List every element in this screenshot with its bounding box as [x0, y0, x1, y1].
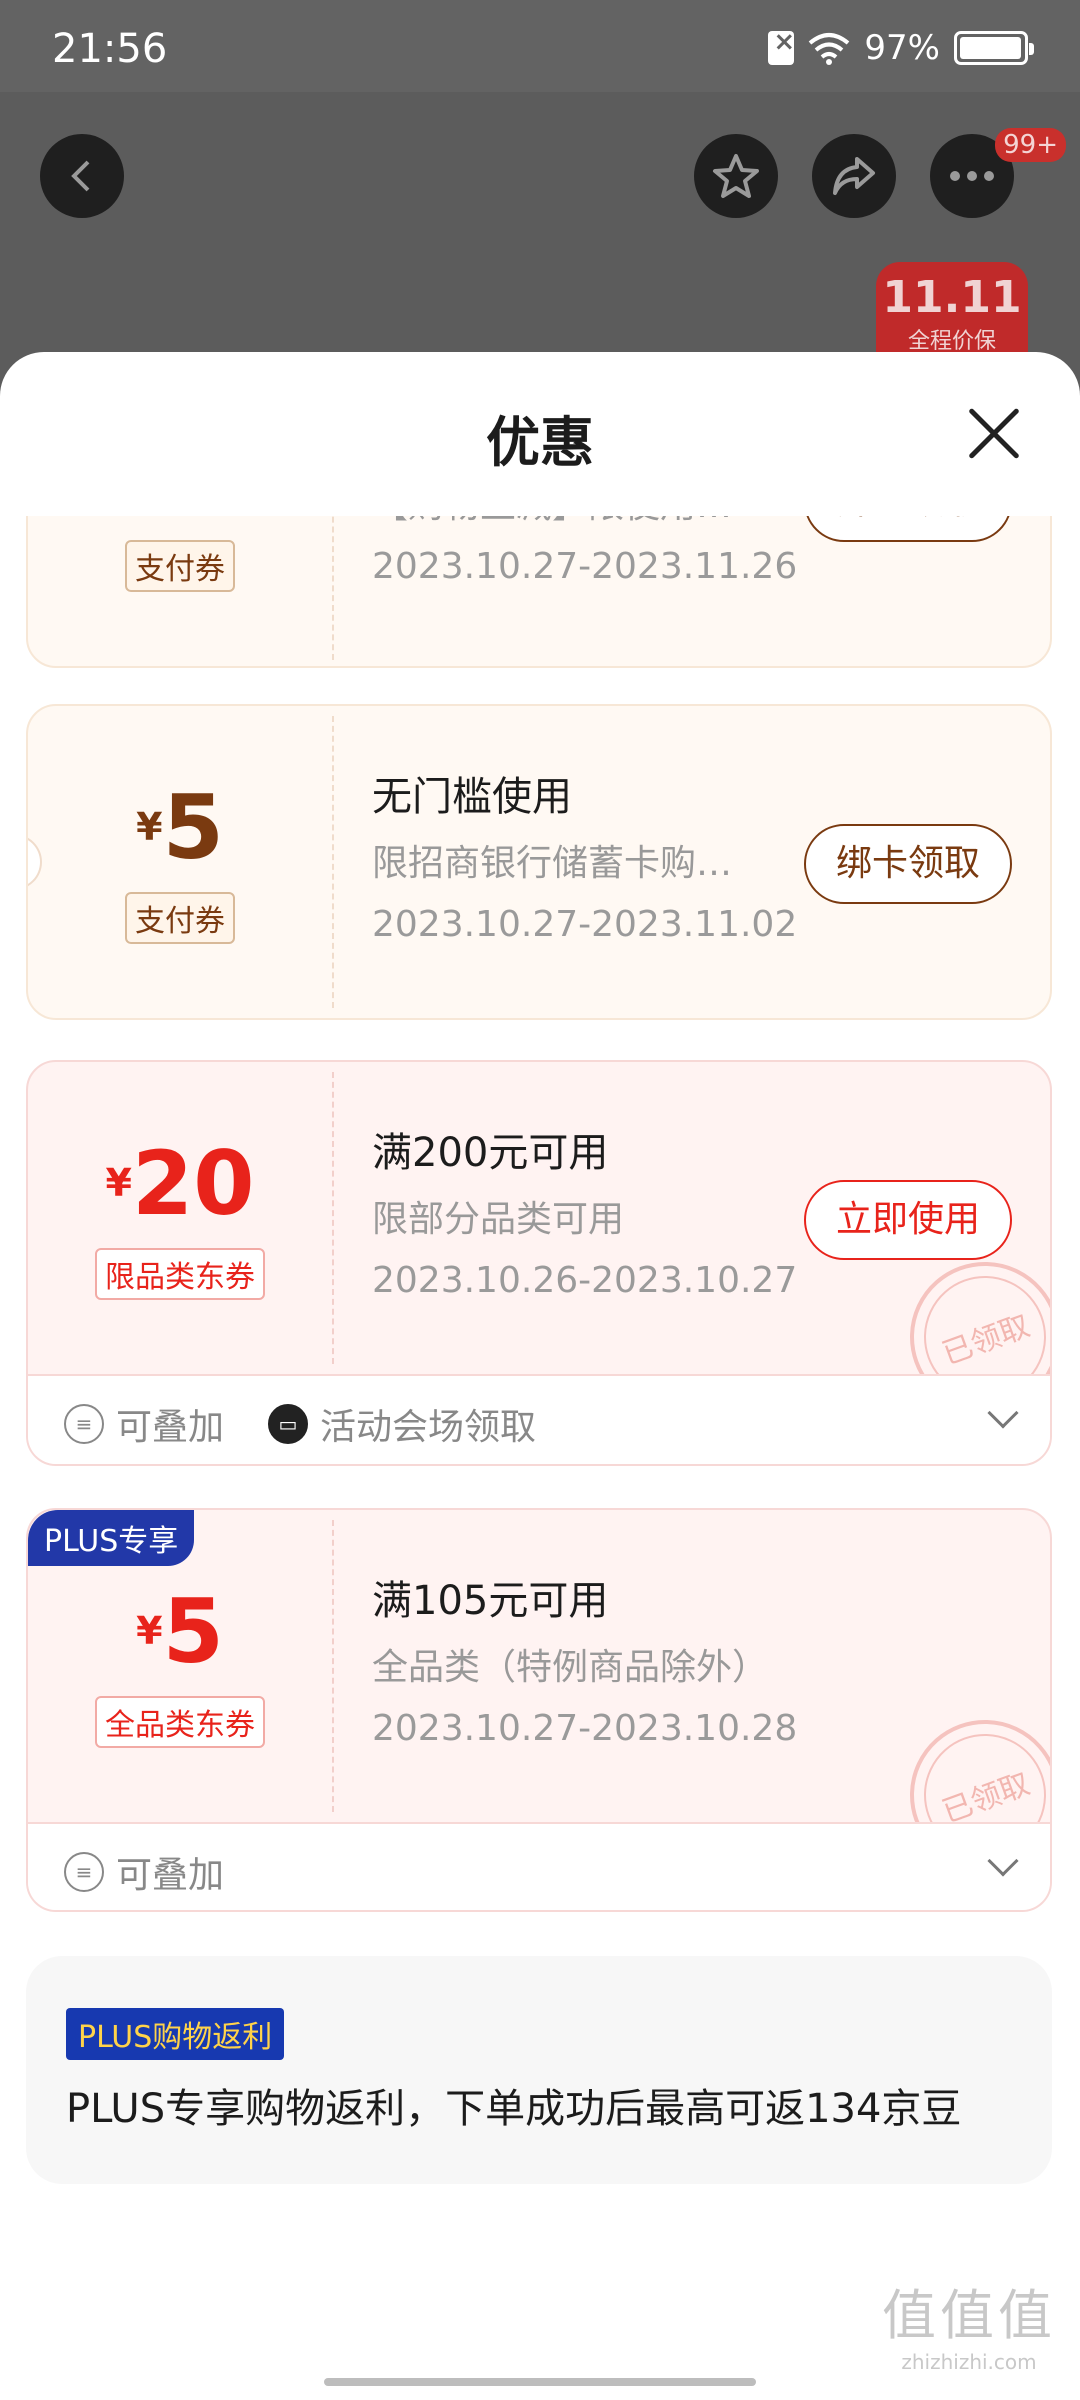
source-tag: ▭ 活动会场领取 [268, 1398, 536, 1450]
share-button[interactable] [812, 134, 896, 218]
watermark-logo: 值值值 zhizhizhi.com [882, 2284, 1056, 2374]
chevron-down-icon[interactable] [987, 1397, 1019, 1429]
status-icons: 97% [768, 27, 1034, 68]
sheet-title: 优惠 [486, 411, 594, 474]
coupon-title: 满200元可用 [372, 1130, 609, 1176]
coupon-type: 支付券 [28, 540, 332, 592]
background-page: 99+ 11.11 全程价保 [0, 92, 1080, 502]
promo-logo-text: 11.11 [882, 272, 1022, 323]
home-indicator[interactable] [324, 2378, 756, 2386]
notification-badge: 99+ [995, 128, 1066, 162]
plus-rebate-tag: PLUS购物返利 [66, 2008, 285, 2060]
coupon-amount: ¥5 [136, 1580, 224, 1683]
coupon-title: 满105元可用 [372, 1578, 609, 1624]
close-button[interactable] [964, 404, 1024, 464]
coupon-desc: 【购物立减】限使用… [372, 516, 772, 528]
favorite-button[interactable] [694, 134, 778, 218]
plus-rebate-card: PLUS购物返利 PLUS专享购物返利，下单成功后最高可返134京豆 [26, 1956, 1052, 2184]
coupon-desc: 限部分品类可用 [372, 1199, 625, 1240]
coupon-sheet: 优惠 ¥80 支付券 【购物立减】限使用… 2023.10.27-2023.11… [0, 352, 1080, 2400]
coupon-title: 无门槛使用 [372, 774, 572, 820]
coupon-date: 2023.10.27-2023.11.26 [372, 546, 798, 587]
coupon-footer[interactable]: ≡ 可叠加 ▭ 活动会场领取 [28, 1374, 1050, 1464]
share-icon [833, 157, 875, 195]
coupon-amount: ¥80 [28, 516, 332, 535]
stackable-tag: ≡ 可叠加 [64, 1398, 224, 1450]
coupon-desc: 全品类（特例商品除外） [372, 1647, 769, 1688]
coupon-amount: ¥20 [105, 1132, 255, 1235]
coupon-amount: ¥5 [136, 776, 224, 879]
promo-logo-sub: 全程价保 [907, 329, 996, 354]
stackable-tag: ≡ 可叠加 [64, 1846, 224, 1898]
ticket-icon: ▭ [268, 1404, 308, 1444]
coupon-footer[interactable]: ≡ 可叠加 [28, 1822, 1050, 1910]
more-dots-icon [950, 171, 994, 181]
stack-icon: ≡ [64, 1852, 104, 1892]
status-bar: 21:56 97% [0, 0, 1080, 92]
coupon-type: 支付券 [28, 892, 332, 944]
coupon-type: 全品类东券 [28, 1696, 332, 1748]
coupon-date: 2023.10.27-2023.10.28 [372, 1708, 798, 1749]
wifi-icon [809, 33, 850, 65]
coupon-list[interactable]: ¥80 支付券 【购物立减】限使用… 2023.10.27-2023.11.26… [0, 516, 1080, 2400]
coupon-card: ¥80 支付券 【购物立减】限使用… 2023.10.27-2023.11.26… [26, 516, 1052, 668]
coupon-date: 2023.10.27-2023.11.02 [372, 904, 798, 945]
bind-card-claim-button[interactable]: 绑卡领取 [804, 824, 1012, 904]
plus-rebate-text: PLUS专享购物返利，下单成功后最高可返134京豆 [66, 2086, 962, 2132]
coupon-card: PLUS专享 ¥5 全品类东券 满105元可用 全品类（特例商品除外） 2023… [26, 1508, 1052, 1912]
coupon-type: 限品类东券 [28, 1248, 332, 1300]
battery-percent: 97% [864, 28, 940, 68]
coupon-date: 2023.10.26-2023.10.27 [372, 1260, 798, 1301]
battery-icon [954, 31, 1034, 65]
coupon-desc: 限招商银行储蓄卡购… [372, 843, 733, 884]
activate-claim-button[interactable]: 开通领取 [804, 516, 1012, 542]
no-sim-icon [768, 27, 795, 65]
coupon-card: ¥20 限品类东券 满200元可用 限部分品类可用 2023.10.26-202… [26, 1060, 1052, 1466]
back-arrow-icon [71, 160, 90, 192]
use-now-button[interactable]: 立即使用 [804, 1180, 1012, 1260]
star-icon [713, 154, 759, 198]
chevron-down-icon[interactable] [987, 1845, 1019, 1877]
back-button[interactable] [40, 134, 124, 218]
status-time: 21:56 [52, 26, 168, 72]
stack-icon: ≡ [64, 1404, 104, 1444]
plus-exclusive-tag: PLUS专享 [28, 1510, 195, 1566]
coupon-card: ¥5 支付券 无门槛使用 限招商银行储蓄卡购… 2023.10.27-2023.… [26, 704, 1052, 1020]
